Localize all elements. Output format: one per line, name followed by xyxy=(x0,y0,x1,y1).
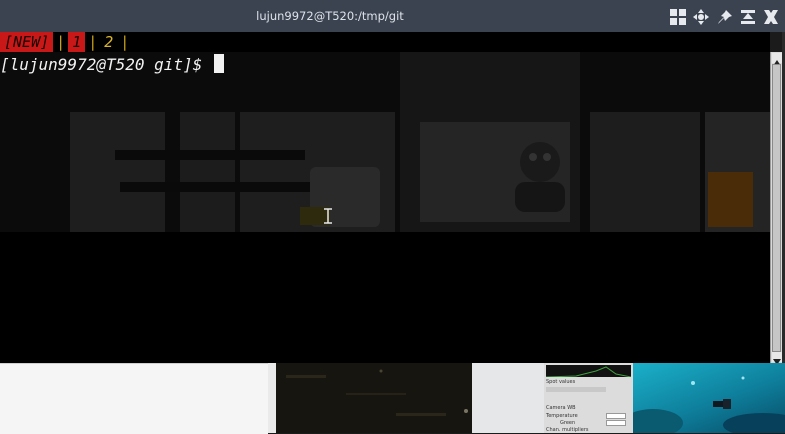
temperature-label: Temperature xyxy=(546,413,578,419)
temperature-field[interactable] xyxy=(606,413,626,419)
tab-new[interactable]: [NEW] xyxy=(0,32,54,52)
tab-separator: | xyxy=(56,33,66,51)
close-icon[interactable] xyxy=(762,8,780,26)
green-label: Green xyxy=(560,420,576,426)
tab-1[interactable]: 1 xyxy=(68,32,86,52)
histogram-preview xyxy=(545,365,632,378)
shell-prompt: [lujun9972@T520 git]$ xyxy=(0,55,212,74)
shell-prompt-line[interactable]: [lujun9972@T520 git]$ xyxy=(0,54,224,76)
scroll-down-icon[interactable] xyxy=(772,352,782,365)
background-ghost-image xyxy=(0,52,770,232)
camera-wb-label: Camera WB xyxy=(546,405,576,411)
tile-icon[interactable] xyxy=(669,8,687,26)
spot-values-field[interactable] xyxy=(546,387,606,392)
spot-values-label: Spot values xyxy=(546,379,576,385)
ibeam-cursor-icon xyxy=(324,208,332,224)
window-title: lujun9972@T520:/tmp/git xyxy=(256,9,404,23)
background-window-gray[interactable] xyxy=(472,363,544,433)
green-field[interactable] xyxy=(606,420,626,426)
text-cursor xyxy=(213,54,224,73)
scrollbar-thumb[interactable] xyxy=(772,64,781,352)
pin-icon[interactable] xyxy=(716,8,734,26)
move-icon[interactable] xyxy=(692,8,710,26)
tmux-tab-bar: [NEW] | 1 | 2 | xyxy=(0,32,132,52)
terminal-area[interactable]: [NEW] | 1 | 2 | [lujun9972@T520 git]$ xyxy=(0,32,770,363)
background-image-underwater[interactable] xyxy=(633,363,785,433)
background-app-panel[interactable]: Spot values Camera WB Temperature Green … xyxy=(544,363,633,433)
window-titlebar[interactable]: lujun9972@T520:/tmp/git xyxy=(0,0,785,32)
background-image-dark[interactable] xyxy=(276,363,472,433)
chan-multipliers-label: Chan. multipliers xyxy=(546,427,589,433)
tab-2[interactable]: 2 xyxy=(100,32,117,52)
tab-separator: | xyxy=(120,33,130,51)
maximize-icon[interactable] xyxy=(739,8,757,26)
background-window-white[interactable] xyxy=(0,363,268,434)
scroll-up-icon[interactable] xyxy=(772,53,782,66)
tab-separator: | xyxy=(88,33,98,51)
background-divider xyxy=(268,363,276,433)
